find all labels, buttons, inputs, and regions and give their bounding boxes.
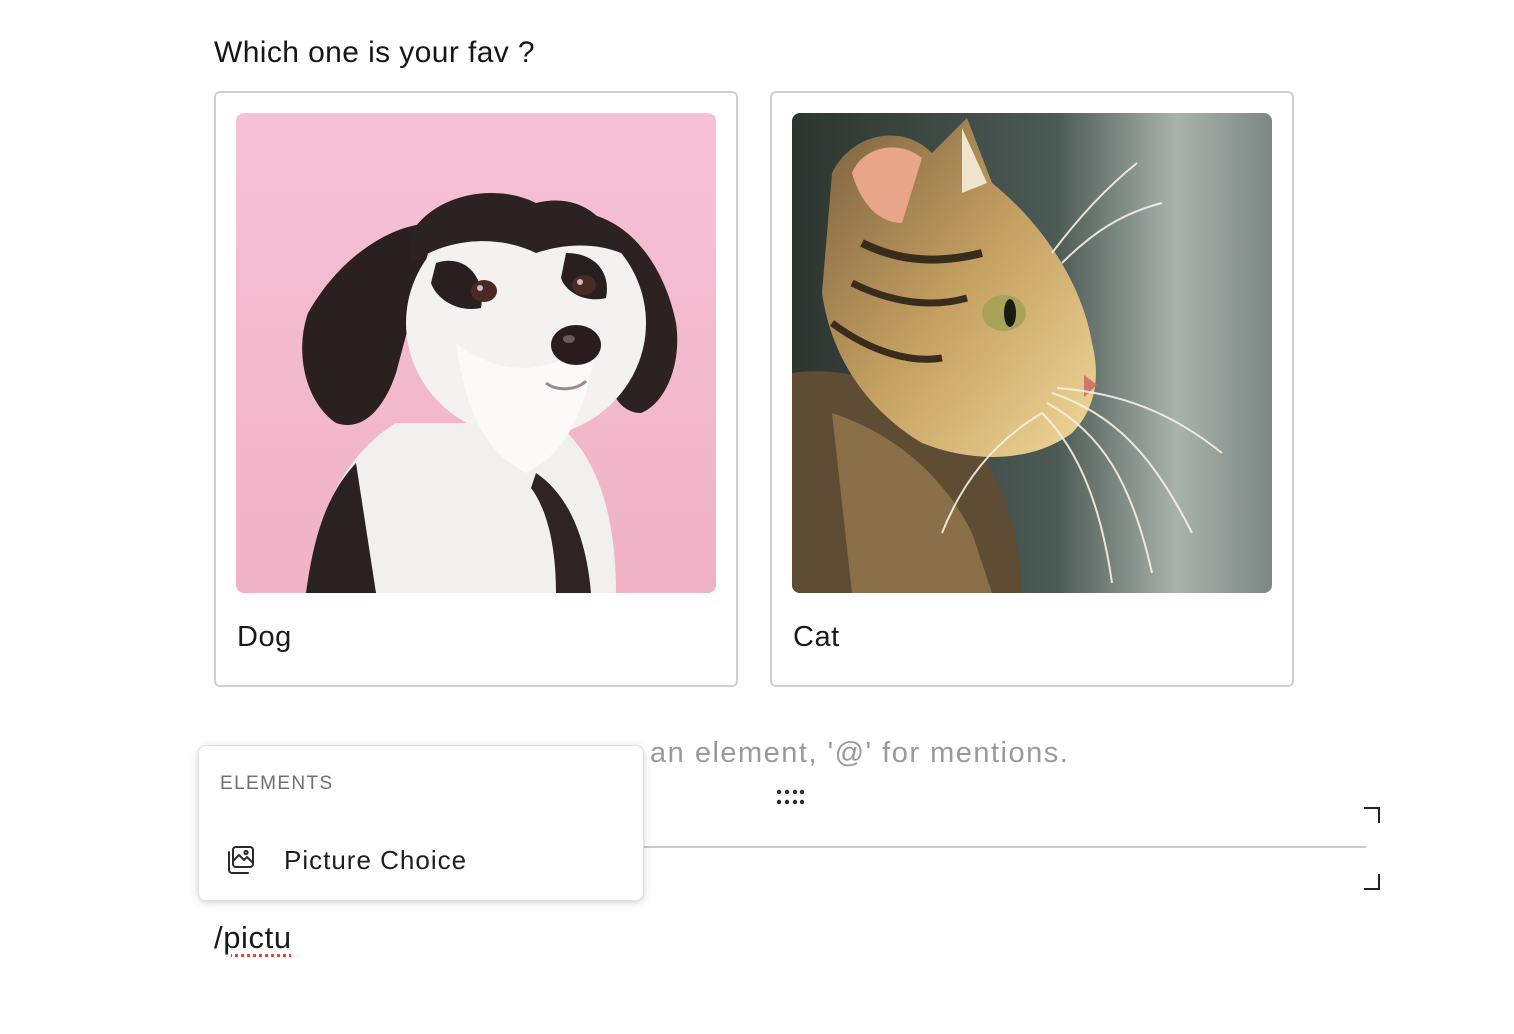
editor-placeholder-text: an element, '@' for mentions. — [650, 737, 1070, 769]
picture-choice-icon — [224, 844, 256, 876]
resize-corner-top-right-icon[interactable] — [1364, 807, 1380, 823]
choice-label-dog: Dog — [237, 621, 292, 653]
typed-slash: / — [214, 920, 224, 955]
cat-photo — [792, 113, 1272, 593]
menu-item-picture-choice[interactable]: Picture Choice — [213, 834, 627, 886]
divider-line — [644, 846, 1366, 848]
slash-command-menu: ELEMENTS Picture Choice — [198, 745, 644, 901]
menu-heading: ELEMENTS — [220, 773, 334, 794]
editor-input[interactable]: /pictu — [214, 920, 292, 956]
dog-photo — [236, 113, 716, 593]
choice-card-cat[interactable]: Cat — [770, 91, 1294, 687]
menu-item-label: Picture Choice — [284, 845, 468, 875]
choice-card-dog[interactable]: Dog — [214, 91, 738, 687]
drag-handle-icon[interactable] — [776, 789, 805, 805]
question-title: Which one is your fav ? — [214, 36, 536, 69]
typed-word: pictu — [223, 920, 292, 955]
resize-corner-bottom-right-icon[interactable] — [1364, 874, 1380, 890]
choice-label-cat: Cat — [793, 621, 840, 653]
